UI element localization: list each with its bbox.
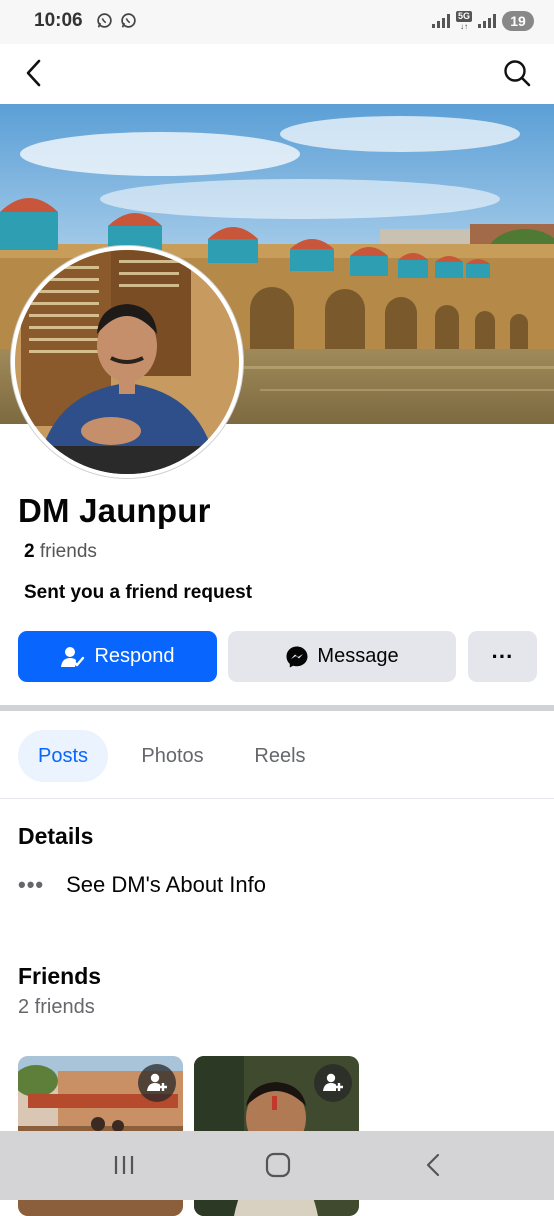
friend-count-number: 2 (24, 541, 35, 562)
tab-reels[interactable]: Reels (240, 730, 320, 782)
back-arrow-icon[interactable] (22, 58, 46, 88)
details-title: Details (18, 823, 94, 849)
add-friend-icon (323, 1073, 343, 1091)
about-info-label: See DM's About Info (66, 872, 266, 897)
profile-picture[interactable] (11, 246, 243, 478)
friend-request-status: Sent you a friend request (24, 582, 253, 603)
search-icon[interactable] (502, 58, 532, 88)
top-nav (0, 44, 554, 105)
add-friend-button[interactable] (314, 1064, 352, 1102)
message-button[interactable]: Message (228, 631, 456, 682)
about-info-row[interactable]: ••• See DM's About Info (18, 872, 266, 898)
friends-subtitle: 2 friends (18, 996, 95, 1018)
tabs-divider (0, 798, 554, 799)
messenger-icon (286, 646, 308, 667)
respond-label: Respond (94, 645, 175, 667)
add-friend-icon (147, 1073, 167, 1091)
more-icon: ··· (491, 643, 514, 669)
section-divider (0, 705, 554, 711)
more-dots-icon: ••• (18, 872, 45, 897)
home-icon[interactable] (265, 1152, 291, 1178)
more-options-button[interactable]: ··· (468, 631, 537, 682)
recent-apps-icon[interactable] (112, 1153, 136, 1177)
status-indicators: 5G ↓↑ 19 (431, 11, 534, 31)
signal-icon (431, 14, 450, 28)
add-friend-button[interactable] (138, 1064, 176, 1102)
tab-posts[interactable]: Posts (18, 730, 108, 782)
system-nav-bar (0, 1131, 554, 1200)
network-type: 5G ↓↑ (455, 11, 472, 31)
status-time: 10:06 (34, 10, 83, 31)
respond-button[interactable]: Respond (18, 631, 217, 682)
battery-indicator: 19 (502, 11, 534, 31)
tab-photos[interactable]: Photos (125, 730, 220, 782)
friends-title: Friends (18, 963, 102, 989)
back-icon[interactable] (422, 1152, 446, 1178)
message-label: Message (317, 645, 399, 667)
signal-icon (478, 14, 496, 28)
profile-name: DM Jaunpur (18, 492, 211, 529)
person-check-icon (61, 646, 85, 667)
friend-count-label: friends (39, 541, 97, 562)
status-bar: 10:06 5G ↓↑ 19 (0, 0, 554, 44)
whatsapp-icon (97, 13, 112, 28)
whatsapp-icon (121, 13, 136, 28)
friend-count[interactable]: 2 friends (24, 541, 97, 563)
